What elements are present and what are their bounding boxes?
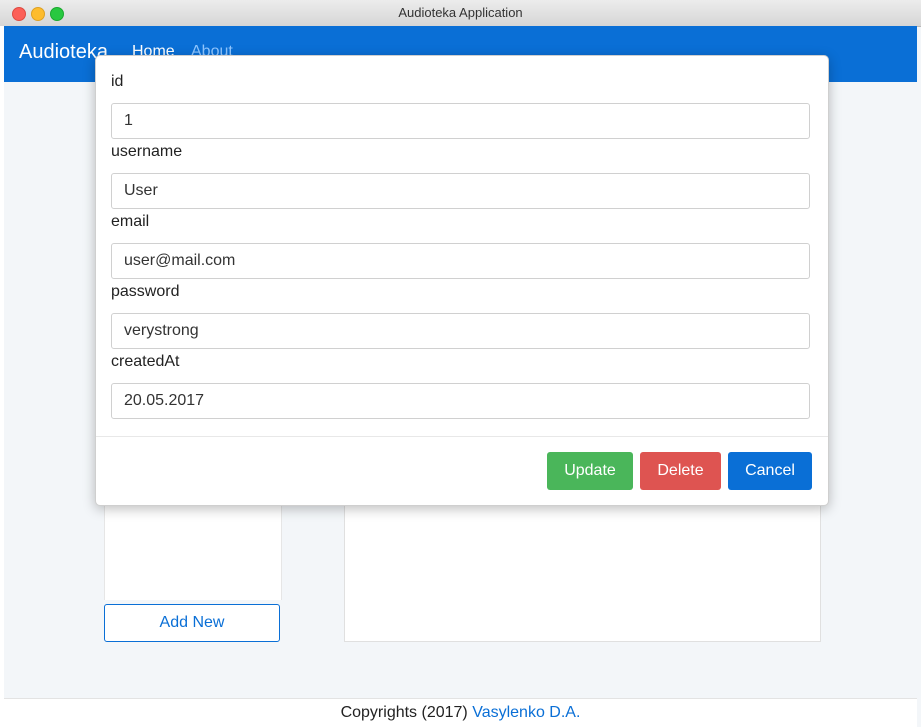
- cancel-button[interactable]: Cancel: [728, 452, 812, 490]
- modal-footer-divider: [96, 436, 828, 437]
- username-label: username: [111, 143, 183, 160]
- app-window: Audioteka Application Audioteka Home Abo…: [0, 0, 921, 727]
- email-label: email: [111, 213, 150, 230]
- window-edge: [0, 26, 4, 727]
- password-field[interactable]: [111, 313, 810, 349]
- email-field[interactable]: [111, 243, 810, 279]
- password-label: password: [111, 283, 180, 300]
- id-field[interactable]: [111, 103, 810, 139]
- delete-button[interactable]: Delete: [640, 452, 721, 490]
- username-field[interactable]: [111, 173, 810, 209]
- update-button[interactable]: Update: [547, 452, 633, 490]
- footer-author-link[interactable]: Vasylenko D.A.: [472, 704, 580, 721]
- window-title: Audioteka Application: [398, 5, 523, 20]
- created-at-field[interactable]: [111, 383, 810, 419]
- footer-copyright: Copyrights (2017): [340, 704, 473, 721]
- add-new-button[interactable]: Add New: [104, 604, 280, 642]
- footer: Copyrights (2017) Vasylenko D.A.: [4, 698, 917, 727]
- user-list-panel: [104, 500, 282, 600]
- title-bar: Audioteka Application: [0, 0, 921, 27]
- edit-user-modal: id username email password createdAt Upd…: [95, 55, 829, 506]
- details-panel: [344, 500, 821, 642]
- id-label: id: [111, 73, 124, 90]
- created-at-label: createdAt: [111, 353, 180, 370]
